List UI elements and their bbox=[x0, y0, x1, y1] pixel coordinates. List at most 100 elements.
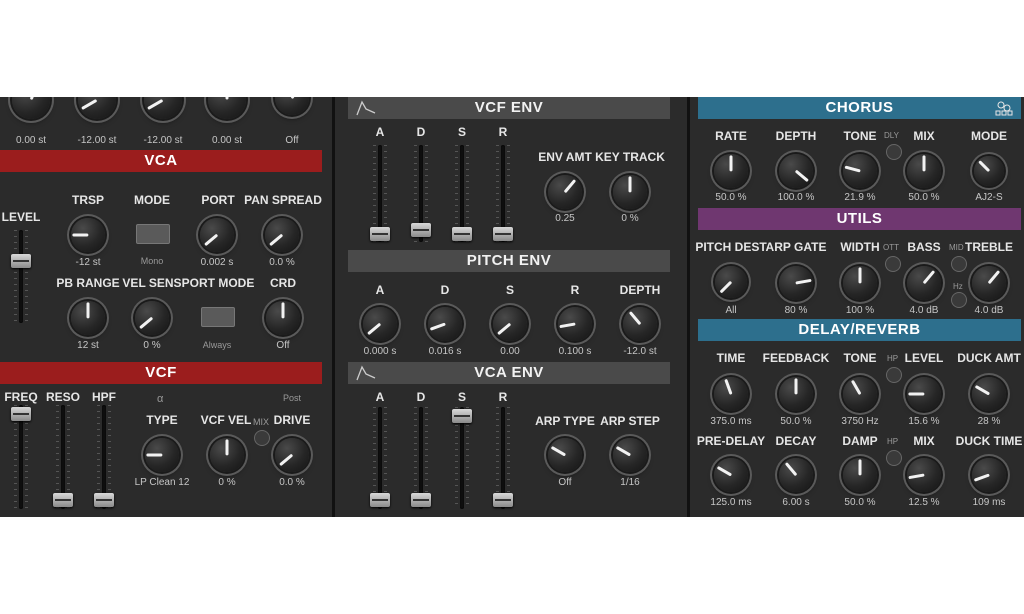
decay-value: 6.00 s bbox=[782, 497, 810, 508]
delay-tone-label: TONE bbox=[843, 351, 877, 365]
arp-type-knob[interactable] bbox=[548, 438, 582, 472]
vca-env-s-slider[interactable] bbox=[452, 407, 472, 509]
trsp-knob[interactable] bbox=[71, 218, 105, 252]
vcf-env-d-label: D bbox=[416, 125, 426, 139]
freq-label: FREQ bbox=[4, 390, 38, 404]
vcf-env-a-slider[interactable] bbox=[370, 145, 390, 242]
hpf-slider[interactable] bbox=[94, 405, 114, 509]
damp-label: DAMP bbox=[842, 434, 878, 448]
port-mode-value: Always bbox=[202, 340, 232, 350]
chorus-mode-knob[interactable] bbox=[974, 156, 1004, 186]
pitch-dest-knob[interactable] bbox=[715, 266, 747, 298]
pan-spread-knob[interactable] bbox=[265, 218, 299, 252]
delay-level-value: 15.6 % bbox=[908, 416, 940, 427]
pitch-env-r-knob[interactable] bbox=[558, 307, 592, 341]
mid-freq-mini-knob[interactable] bbox=[952, 293, 966, 307]
vel-sens-knob[interactable] bbox=[135, 301, 169, 335]
delay-level-knob[interactable] bbox=[907, 377, 941, 411]
ott-mini-knob[interactable] bbox=[886, 257, 900, 271]
vcf-env-header: VCF ENV bbox=[348, 97, 670, 119]
pre-delay-knob[interactable] bbox=[714, 458, 748, 492]
chorus-tone-knob[interactable] bbox=[843, 154, 877, 188]
freq-slider[interactable] bbox=[11, 405, 31, 509]
decay-knob[interactable] bbox=[779, 458, 813, 492]
delay-tone-knob[interactable] bbox=[843, 377, 877, 411]
key-track-knob[interactable] bbox=[613, 175, 647, 209]
mode-toggle[interactable] bbox=[136, 224, 170, 244]
pre-delay-value: 125.0 ms bbox=[710, 497, 752, 508]
chorus-rate-knob[interactable] bbox=[714, 154, 748, 188]
pan-spread-label: PAN SPREAD bbox=[244, 193, 322, 207]
pitch-env-depth-knob[interactable] bbox=[623, 307, 657, 341]
osc-knob-1[interactable] bbox=[12, 97, 50, 119]
dly-mini-knob[interactable] bbox=[887, 145, 901, 159]
arp-gate-knob[interactable] bbox=[779, 266, 813, 300]
bass-knob[interactable] bbox=[907, 266, 941, 300]
level-slider[interactable] bbox=[11, 230, 31, 323]
osc-knob-4[interactable] bbox=[208, 97, 246, 119]
chorus-title: CHORUS bbox=[825, 99, 894, 116]
drive-knob[interactable] bbox=[275, 438, 309, 472]
reso-slider[interactable] bbox=[53, 405, 73, 509]
mix-mini-knob[interactable] bbox=[255, 431, 269, 445]
right-panel: CHORUS RATE 50.0 % DEPTH 100.0 % TONE DL… bbox=[690, 97, 1024, 517]
vcf-env-r-slider[interactable] bbox=[493, 145, 513, 242]
crd-knob[interactable] bbox=[266, 301, 300, 335]
chorus-mix-knob[interactable] bbox=[907, 154, 941, 188]
pitch-dest-value: All bbox=[725, 305, 737, 316]
vcf-env-d-slider[interactable] bbox=[411, 145, 431, 242]
decay-label: DECAY bbox=[775, 434, 817, 448]
arp-step-knob[interactable] bbox=[613, 438, 647, 472]
vca-env-r-slider[interactable] bbox=[493, 407, 513, 509]
delay-reverb-header: DELAY/REVERB bbox=[698, 319, 1021, 341]
chorus-logo-icon bbox=[993, 99, 1015, 124]
vca-env-a-slider[interactable] bbox=[370, 407, 390, 509]
vca-env-title: VCA ENV bbox=[474, 364, 544, 381]
pb-range-value: 12 st bbox=[77, 340, 99, 351]
width-label: WIDTH bbox=[840, 240, 880, 254]
vcf-vel-knob[interactable] bbox=[210, 438, 244, 472]
delay-mix-knob[interactable] bbox=[907, 458, 941, 492]
osc-knob-5[interactable] bbox=[275, 97, 309, 115]
mid-mini-knob[interactable] bbox=[952, 257, 966, 271]
duck-time-knob[interactable] bbox=[972, 458, 1006, 492]
vcf-header: VCF bbox=[0, 362, 322, 384]
pb-range-knob[interactable] bbox=[71, 301, 105, 335]
chorus-tone-value: 21.9 % bbox=[844, 192, 876, 203]
osc-knob-2[interactable] bbox=[78, 97, 116, 119]
width-value: 100 % bbox=[845, 305, 875, 316]
level-label: LEVEL bbox=[1, 210, 41, 224]
pitch-env-depth-label: DEPTH bbox=[619, 283, 661, 297]
crd-label: CRD bbox=[270, 276, 296, 290]
treble-knob[interactable] bbox=[972, 266, 1006, 300]
pitch-env-d-knob[interactable] bbox=[428, 307, 462, 341]
pitch-env-s-knob[interactable] bbox=[493, 307, 527, 341]
duck-amt-knob[interactable] bbox=[972, 377, 1006, 411]
pitch-env-r-value: 0.100 s bbox=[558, 346, 592, 357]
osc-value-1: 0.00 st bbox=[15, 135, 47, 146]
vca-header: VCA bbox=[0, 150, 322, 172]
vcf-vel-value: 0 % bbox=[218, 477, 236, 488]
env-amt-knob[interactable] bbox=[548, 175, 582, 209]
osc-value-3: -12.00 st bbox=[143, 135, 183, 146]
time-knob[interactable] bbox=[714, 377, 748, 411]
damp-knob[interactable] bbox=[843, 458, 877, 492]
type-knob[interactable] bbox=[145, 438, 179, 472]
chorus-depth-knob[interactable] bbox=[779, 154, 813, 188]
feedback-knob[interactable] bbox=[779, 377, 813, 411]
width-knob[interactable] bbox=[843, 266, 877, 300]
key-track-value: 0 % bbox=[621, 213, 639, 224]
vcf-env-s-slider[interactable] bbox=[452, 145, 472, 242]
osc-knob-3[interactable] bbox=[144, 97, 182, 119]
mix-label: MIX bbox=[253, 417, 270, 427]
pitch-env-a-knob[interactable] bbox=[363, 307, 397, 341]
port-knob[interactable] bbox=[200, 218, 234, 252]
chorus-mode-value: AJ2-S bbox=[975, 192, 1003, 203]
hp-mini-knob-1[interactable] bbox=[887, 368, 901, 382]
hp-mini-knob-2[interactable] bbox=[887, 451, 901, 465]
pan-spread-value: 0.0 % bbox=[269, 257, 295, 268]
vca-env-d-slider[interactable] bbox=[411, 407, 431, 509]
delay-mix-label: MIX bbox=[913, 434, 935, 448]
hp-label-1: HP bbox=[887, 354, 899, 363]
port-mode-toggle[interactable] bbox=[201, 307, 235, 327]
